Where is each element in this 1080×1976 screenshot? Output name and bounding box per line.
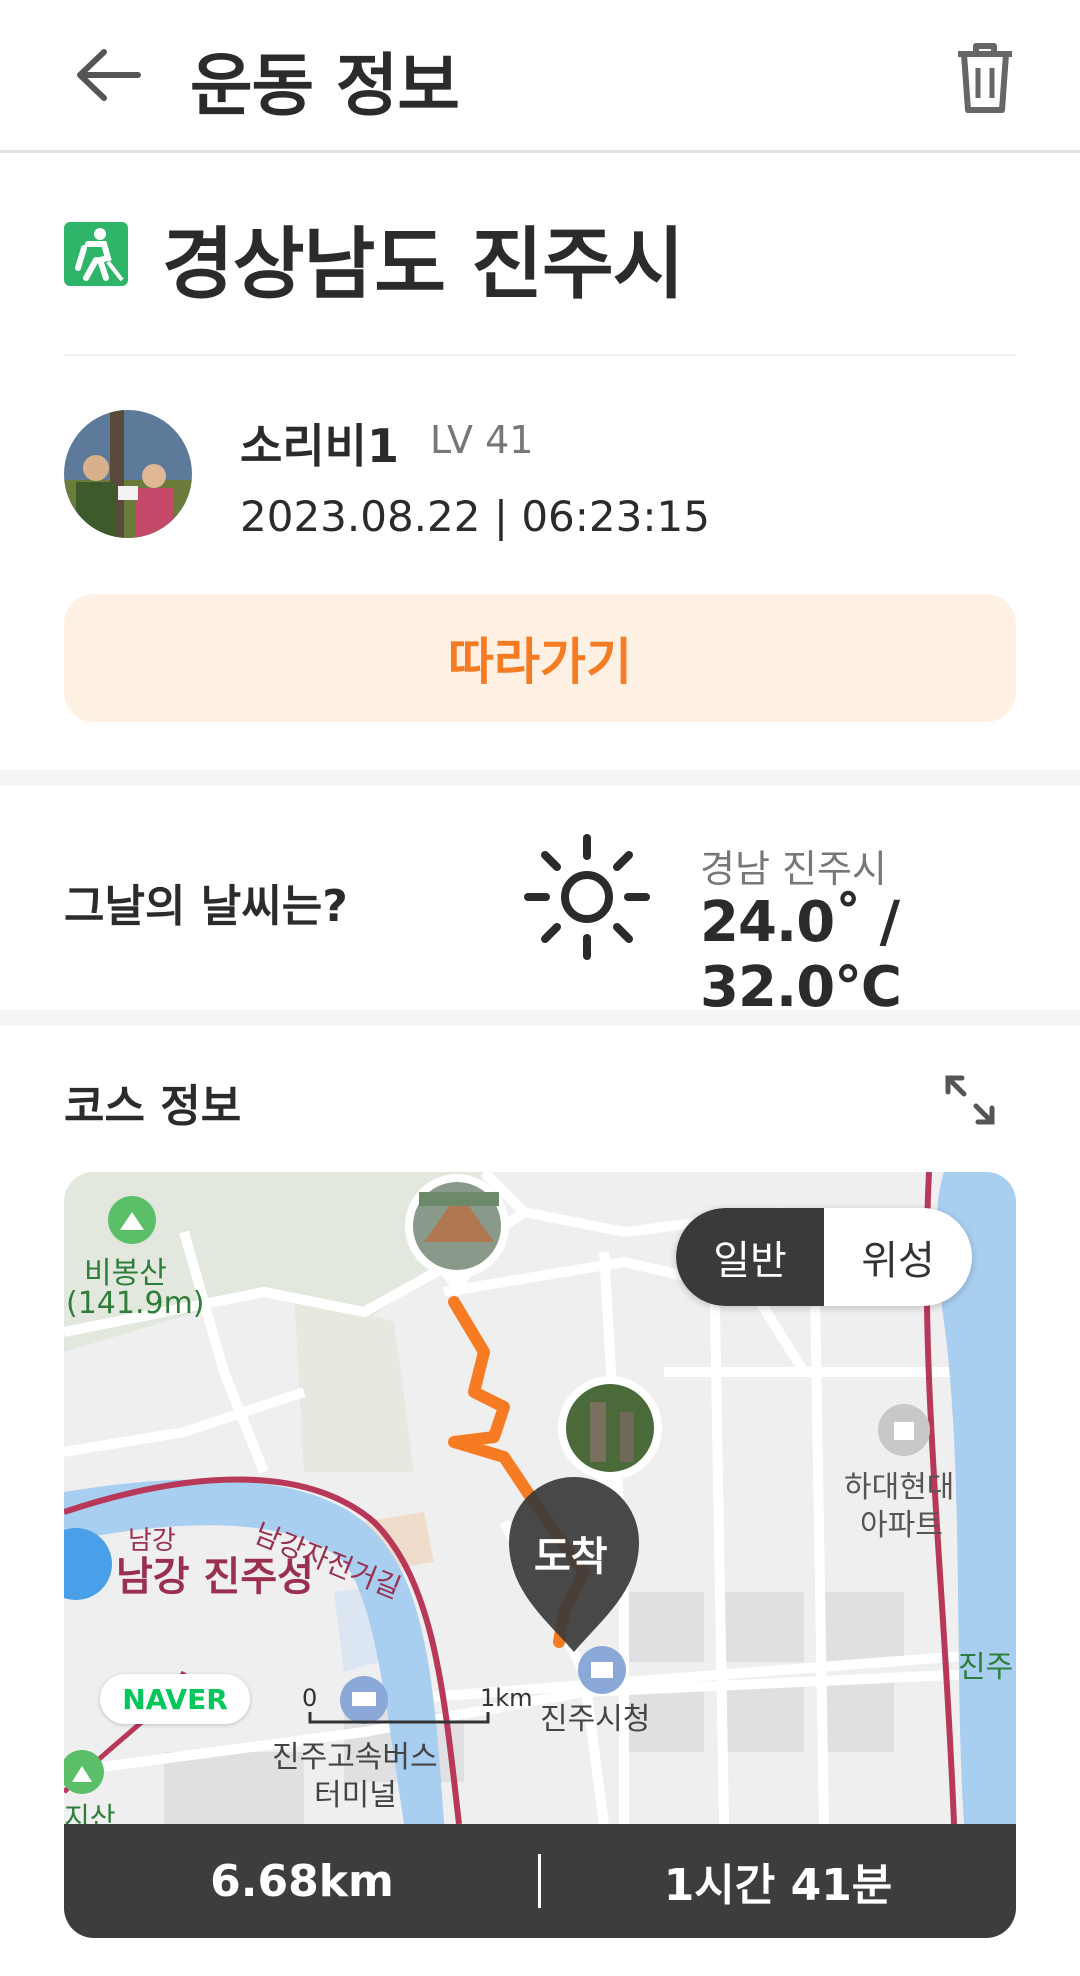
weather-question: 그날의 날씨는? [64,881,348,932]
top-bar [0,0,1080,153]
map-label-peak-height: (141.9m) [66,1286,205,1321]
map-scale-start: 0 [302,1684,318,1712]
weather-temperature: 24.0˚ / 32.0℃ [700,890,902,1020]
map-type-toggle[interactable]: 일반 위성 [676,1208,972,1306]
map-label-city-hall: 진주시청 [540,1702,651,1737]
sun-icon [524,834,650,960]
course-duration: 1시간 41분 [663,1860,893,1911]
map-type-normal[interactable]: 일반 [676,1208,824,1306]
user-level: LV 41 [430,418,534,462]
hiking-icon [64,222,128,286]
map-label-jinju: 진주 [958,1650,1014,1685]
course-distance: 6.68km [210,1855,394,1907]
user-name: 소리비1 [240,419,399,473]
map-label-bus2: 터미널 [314,1778,397,1813]
follow-button[interactable]: 따라가기 [64,594,1016,722]
arrival-label: 도착 [534,1534,608,1580]
trash-icon[interactable] [950,40,1020,115]
course-title: 코스 정보 [64,1081,242,1132]
section-divider [0,1010,1080,1026]
naver-logo: NAVER [100,1674,250,1724]
arrow-left-icon[interactable] [70,40,150,110]
course-stats-bar: 6.68km 1시간 41분 [64,1824,1016,1938]
map-label-apt2: 아파트 [860,1508,943,1543]
map-type-satellite[interactable]: 위성 [824,1208,972,1306]
workout-datetime: 2023.08.22 | 06:23:15 [240,492,710,541]
map-label-jisan: 지산 [64,1801,116,1824]
weather-city: 경남 진주시 [700,847,887,891]
page-title: 운동 정보 [190,47,460,126]
expand-icon[interactable] [940,1070,1000,1130]
avatar[interactable] [64,410,192,538]
location-title: 경상남도 진주시 [162,220,684,310]
map-scale-end: 1km [480,1684,533,1712]
section-divider [0,770,1080,786]
divider [64,354,1016,356]
